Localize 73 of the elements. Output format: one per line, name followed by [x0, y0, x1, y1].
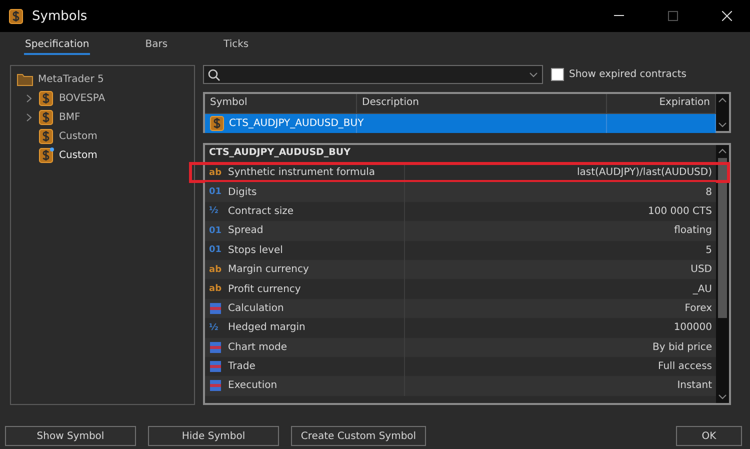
coin-icon [8, 8, 24, 24]
property-value: last(AUDJPY)/last(AUDUSD) [576, 167, 712, 178]
tree-item[interactable]: BOVESPA [59, 92, 106, 104]
action-button[interactable]: Create Custom Symbol [291, 426, 426, 446]
property-name: Hedged margin [228, 322, 306, 334]
checkbox-label: Show expired contracts [569, 69, 686, 80]
coin-icon [38, 90, 54, 106]
fraction-type-icon: ½ [209, 322, 222, 334]
property-value: floating [674, 225, 712, 236]
property-value: Instant [677, 380, 712, 392]
property-name: Profit currency [228, 284, 301, 295]
cube-icon [209, 360, 222, 374]
symbol-row[interactable]: CTS_AUDJPY_AUDUSD_BUY [205, 114, 716, 133]
scrollbar-thumb[interactable] [718, 158, 727, 318]
property-value: Forex [684, 302, 712, 314]
tab[interactable]: Bars [144, 36, 169, 54]
tree-item[interactable]: Custom [59, 130, 98, 142]
action-button[interactable]: Show Symbol [5, 426, 136, 446]
property-name: Synthetic instrument formula [228, 167, 375, 178]
folder-icon [17, 72, 33, 86]
scroll-up-icon[interactable] [718, 97, 727, 103]
property-value: 5 [706, 244, 712, 256]
table-cell: CTS_AUDJPY_AUDUSD_BUY [229, 118, 364, 129]
property-value: 100000 [674, 322, 712, 334]
property-name: Trade [228, 361, 256, 372]
minimize-icon[interactable] [614, 15, 624, 17]
cube-icon [209, 379, 222, 392]
property-name: Calculation [228, 302, 284, 314]
search-field[interactable] [203, 65, 543, 84]
fraction-type-icon: ½ [209, 205, 222, 218]
checkbox[interactable] [551, 68, 564, 81]
text-type-icon: ab [209, 283, 222, 296]
coin-icon [38, 108, 54, 126]
property-value: 100 000 CTS [648, 206, 712, 217]
property-value: USD [690, 264, 712, 276]
maximize-icon[interactable] [668, 11, 678, 21]
cube-icon [209, 340, 222, 354]
window-title: Symbols [32, 8, 88, 24]
text-type-icon: ab [209, 166, 222, 179]
property-name: Spread [228, 225, 264, 236]
integer-type-icon: 01 [209, 186, 222, 198]
scroll-down-icon[interactable] [718, 122, 727, 128]
column-header[interactable]: Description [357, 94, 607, 113]
tree-item[interactable]: Custom [59, 150, 98, 160]
tab[interactable]: Specification [24, 36, 90, 54]
scroll-up-icon[interactable] [718, 148, 727, 154]
cube-icon [209, 302, 222, 315]
tree-item[interactable]: MetaTrader 5 [38, 74, 104, 84]
property-name: Stops level [228, 244, 283, 256]
property-value: By bid price [652, 342, 712, 353]
property-name: Execution [228, 380, 278, 392]
tree-item[interactable]: BMF [59, 112, 80, 122]
search-icon [208, 68, 220, 80]
text-type-icon: ab [209, 264, 222, 276]
section-title: CTS_AUDJPY_AUDUSD_BUY [208, 146, 352, 160]
property-name: Chart mode [228, 342, 288, 353]
close-icon[interactable] [722, 11, 732, 21]
property-name: Digits [228, 186, 257, 198]
property-name: Margin currency [228, 264, 309, 276]
coin-icon [209, 115, 225, 132]
ok-button[interactable]: OK [676, 426, 742, 446]
coin-icon [38, 146, 54, 164]
integer-type-icon: 01 [209, 224, 222, 237]
property-value: _AU [692, 284, 712, 295]
property-value: Full access [658, 361, 712, 372]
property-value: 8 [706, 186, 712, 198]
tab[interactable]: Ticks [222, 36, 250, 54]
scroll-down-icon[interactable] [718, 394, 727, 400]
coin-icon [38, 128, 54, 144]
action-button[interactable]: Hide Symbol [148, 426, 279, 446]
integer-type-icon: 01 [209, 244, 222, 256]
property-name: Contract size [228, 206, 294, 217]
column-header[interactable]: Symbol [205, 94, 357, 113]
